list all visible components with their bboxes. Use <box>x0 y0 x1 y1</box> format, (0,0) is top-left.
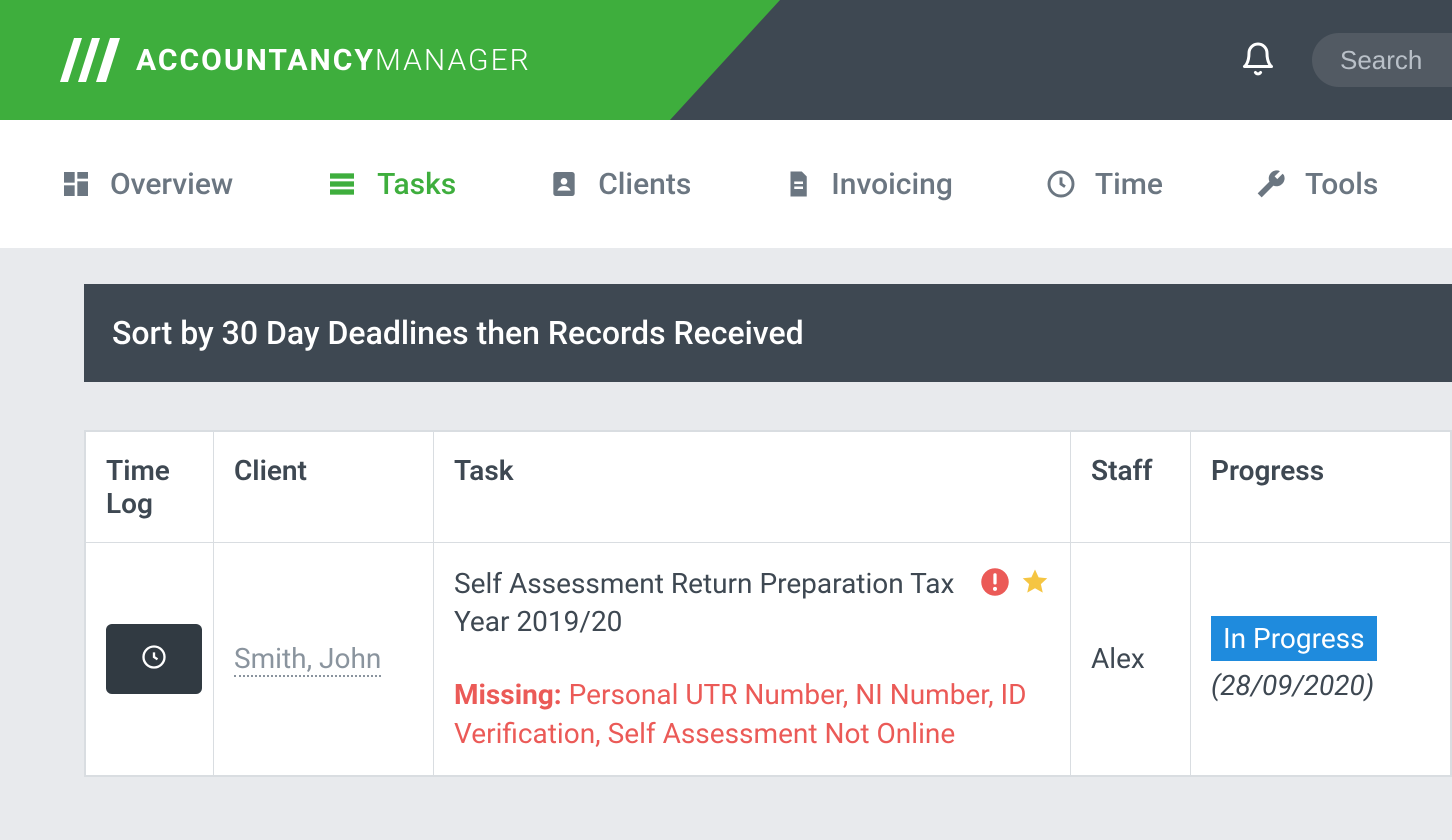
topbar: ACCOUNTANCYMANAGER <box>0 0 1452 120</box>
th-task[interactable]: Task <box>434 432 1071 543</box>
notifications-button[interactable] <box>1232 31 1284 90</box>
topbar-right <box>1232 0 1452 120</box>
cell-staff: Alex <box>1071 543 1191 776</box>
content-area: Sort by 30 Day Deadlines then Records Re… <box>0 248 1452 777</box>
cell-timelog <box>86 543 214 776</box>
cell-task: Self Assessment Return Preparation Tax Y… <box>434 543 1071 776</box>
nav-label: Clients <box>598 167 691 202</box>
clock-icon <box>1045 168 1077 200</box>
list-icon <box>325 168 359 200</box>
nav-label: Tasks <box>377 167 456 202</box>
progress-date: (28/09/2020) <box>1211 669 1430 702</box>
alert-icon[interactable] <box>980 567 1010 604</box>
missing-label: Missing: <box>454 678 562 711</box>
main-nav: Overview Tasks Clients Invoicing Time To… <box>0 120 1452 248</box>
contacts-icon <box>548 168 580 200</box>
brand-logo[interactable]: ACCOUNTANCYMANAGER <box>60 38 531 82</box>
nav-invoicing[interactable]: Invoicing <box>783 167 953 202</box>
logo-mark-icon <box>60 38 120 82</box>
nav-clients[interactable]: Clients <box>548 167 691 202</box>
nav-label: Time <box>1095 167 1163 202</box>
tasks-table-wrap: Time Log Client Task Staff Progress <box>84 430 1452 777</box>
wrench-icon <box>1255 168 1287 200</box>
star-icon[interactable] <box>1020 567 1050 604</box>
search-input[interactable] <box>1340 45 1436 76</box>
section-title-bar: Sort by 30 Day Deadlines then Records Re… <box>84 284 1452 382</box>
dashboard-icon <box>60 168 92 200</box>
nav-overview[interactable]: Overview <box>60 167 233 202</box>
th-time-log[interactable]: Time Log <box>86 432 214 543</box>
table-row: Smith, John Self Assessment Return Prepa… <box>86 543 1451 776</box>
bell-icon <box>1240 39 1276 82</box>
topbar-green-panel: ACCOUNTANCYMANAGER <box>0 0 780 120</box>
nav-time[interactable]: Time <box>1045 167 1163 202</box>
task-title: Self Assessment Return Preparation Tax Y… <box>454 565 966 641</box>
nav-label: Overview <box>110 167 233 202</box>
table-header-row: Time Log Client Task Staff Progress <box>86 432 1451 543</box>
cell-progress: In Progress (28/09/2020) <box>1191 543 1451 776</box>
section-title: Sort by 30 Day Deadlines then Records Re… <box>112 314 804 352</box>
cell-client: Smith, John <box>214 543 434 776</box>
document-icon <box>783 167 813 201</box>
clock-icon <box>140 643 168 674</box>
timelog-button[interactable] <box>106 624 202 694</box>
th-progress[interactable]: Progress <box>1191 432 1451 543</box>
search-box[interactable] <box>1312 33 1452 87</box>
brand-text: ACCOUNTANCYMANAGER <box>136 43 531 78</box>
task-missing: Missing: Personal UTR Number, NI Number,… <box>454 675 1050 753</box>
nav-label: Invoicing <box>831 167 953 202</box>
nav-label: Tools <box>1305 167 1378 202</box>
th-staff[interactable]: Staff <box>1071 432 1191 543</box>
nav-tasks[interactable]: Tasks <box>325 167 456 202</box>
nav-tools[interactable]: Tools <box>1255 167 1378 202</box>
progress-badge[interactable]: In Progress <box>1211 616 1377 661</box>
th-client[interactable]: Client <box>214 432 434 543</box>
tasks-table: Time Log Client Task Staff Progress <box>85 431 1451 776</box>
client-link[interactable]: Smith, John <box>234 642 381 677</box>
